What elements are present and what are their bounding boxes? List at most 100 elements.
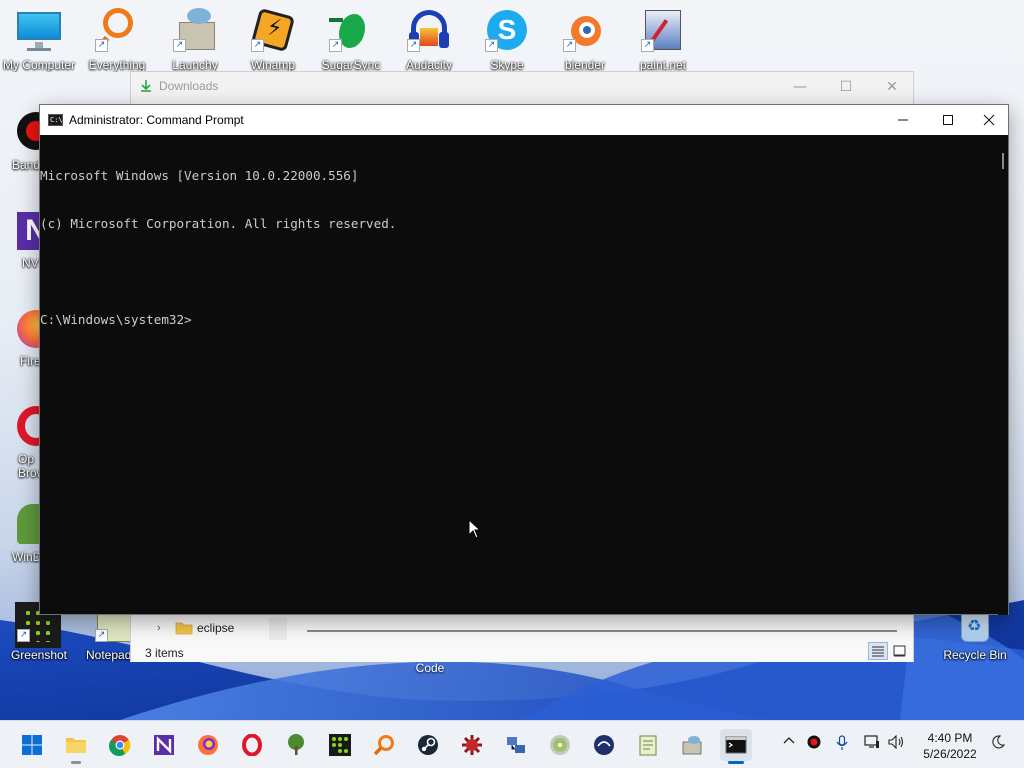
cmd-maximize-button[interactable]	[925, 105, 971, 135]
cmd-close-button[interactable]	[970, 105, 1008, 135]
tiles-view-icon	[893, 645, 906, 657]
cmd-title: Administrator: Command Prompt	[69, 113, 244, 127]
shortcut-arrow-icon: ↗	[95, 39, 108, 52]
windows-logo-icon	[22, 735, 42, 755]
desktop-icon-code-label[interactable]: Code	[400, 661, 460, 675]
gear-red-icon	[462, 735, 482, 755]
taskbar-notepad-plus[interactable]	[632, 729, 664, 761]
steam-icon	[418, 735, 438, 755]
shortcut-arrow-icon: ↗	[563, 39, 576, 52]
status-item-count: 3 items	[145, 646, 184, 660]
list-view-icon	[872, 646, 884, 657]
download-arrow-icon	[141, 80, 151, 92]
notepad-icon	[639, 735, 657, 756]
taskbar-firefox[interactable]	[192, 729, 224, 761]
greenshot-icon	[329, 734, 351, 756]
running-indicator	[71, 761, 81, 764]
record-icon	[807, 735, 821, 749]
taskbar-launchy[interactable]	[676, 729, 708, 761]
shortcut-arrow-icon: ↗	[407, 39, 420, 52]
tree-icon	[288, 734, 304, 755]
taskbar-app-blue[interactable]	[588, 729, 620, 761]
taskbar-command-prompt[interactable]	[720, 729, 752, 764]
desktop-icon-skype[interactable]: S ↗ Skype	[468, 0, 546, 76]
desktop-icon-audacity[interactable]: ↗ Audacity	[390, 0, 468, 76]
shortcut-arrow-icon: ↗	[251, 39, 264, 52]
large-icons-view-button[interactable]	[890, 642, 910, 660]
magnifier-icon: ↗	[94, 8, 139, 53]
taskbar-network-tool[interactable]	[500, 729, 532, 761]
cmd-minimize-button[interactable]	[880, 105, 926, 135]
minimize-icon	[898, 119, 908, 121]
taskbar-file-explorer[interactable]	[60, 729, 92, 764]
taskbar-windirstat[interactable]	[280, 729, 312, 761]
shortcut-arrow-icon: ↗	[95, 629, 108, 642]
command-prompt-window[interactable]: C:\ Administrator: Command Prompt Micros…	[39, 104, 1009, 615]
downloads-close-button[interactable]: ✕	[869, 72, 915, 102]
clock-date: 5/26/2022	[923, 747, 977, 761]
taskbar-steam[interactable]	[412, 729, 444, 761]
tray-recording[interactable]	[804, 735, 824, 755]
downloads-minimize-button[interactable]: —	[777, 72, 823, 102]
folder-icon	[66, 738, 86, 753]
horizontal-scrollbar[interactable]	[307, 630, 897, 632]
monitor-icon	[17, 8, 61, 52]
tray-network[interactable]	[862, 735, 882, 755]
opera-icon	[242, 734, 262, 756]
desktop-icon-paintnet[interactable]: ↗ paint.net	[624, 0, 702, 76]
desktop-icon-blender[interactable]: ↗ blender	[546, 0, 624, 76]
tray-volume[interactable]	[886, 734, 908, 755]
console-line: Microsoft Windows [Version 10.0.22000.55…	[40, 168, 359, 183]
taskbar-clock[interactable]: 4:40 PM 5/26/2022	[908, 730, 992, 762]
maximize-icon: ☐	[839, 79, 853, 95]
tray-notifications[interactable]	[988, 735, 1008, 755]
downloads-title: Downloads	[159, 79, 219, 93]
desktop-icon-sugarsync[interactable]: ↗ SugarSync	[312, 0, 390, 76]
network-icon	[864, 735, 879, 748]
downloads-maximize-button[interactable]: ☐	[823, 72, 869, 102]
taskbar-app-red[interactable]	[456, 729, 488, 761]
blender-icon: ↗	[563, 8, 607, 52]
headphones-icon: ↗	[407, 8, 451, 52]
close-icon: ✕	[886, 79, 898, 95]
paintnet-icon: ↗	[641, 8, 685, 52]
firefox-icon	[198, 735, 218, 755]
tray-overflow-button[interactable]	[780, 735, 798, 755]
downloads-titlebar[interactable]: Downloads — ☐ ✕	[131, 72, 913, 102]
shortcut-arrow-icon: ↗	[173, 39, 186, 52]
details-view-button[interactable]	[868, 642, 888, 660]
maximize-icon	[943, 115, 953, 125]
microphone-icon	[836, 735, 848, 750]
console-line: (c) Microsoft Corporation. All rights re…	[40, 216, 397, 231]
taskbar-disk-tool[interactable]	[544, 729, 576, 761]
desktop-icon-winamp[interactable]: ⚡ ↗ Winamp	[234, 0, 312, 76]
skype-icon: S ↗	[485, 8, 529, 52]
clock-time: 4:40 PM	[927, 731, 973, 745]
network-computers-icon	[507, 737, 525, 753]
scrollbar-thumb[interactable]	[1002, 153, 1004, 169]
taskbar-chrome[interactable]	[104, 729, 136, 761]
mouse-cursor-icon	[468, 519, 482, 539]
taskbar-nvda[interactable]	[148, 729, 180, 761]
cmd-vertical-scrollbar[interactable]	[998, 135, 1008, 615]
taskbar-opera[interactable]	[236, 729, 268, 761]
desktop-icon-launchy[interactable]: ↗ Launchy	[156, 0, 234, 76]
shortcut-arrow-icon: ↗	[485, 39, 498, 52]
console-output[interactable]: Microsoft Windows [Version 10.0.22000.55…	[40, 135, 998, 615]
desktop-icon-my-computer[interactable]: My Computer	[0, 0, 78, 76]
pane-splitter[interactable]	[269, 618, 287, 640]
winamp-icon: ⚡ ↗	[250, 7, 296, 53]
tray-microphone[interactable]	[832, 735, 852, 755]
desktop-icon-everything[interactable]: ↗ Everything	[78, 0, 156, 76]
taskbar-start-button[interactable]	[16, 729, 48, 761]
app-badge-icon	[594, 735, 614, 755]
downloads-bottom-area: › eclipse 3 items	[131, 612, 913, 662]
taskbar-everything[interactable]	[368, 729, 400, 761]
cmd-titlebar[interactable]: C:\ Administrator: Command Prompt	[40, 105, 1008, 135]
shortcut-arrow-icon: ↗	[329, 39, 342, 52]
launchy-icon	[682, 736, 702, 755]
disc-icon	[550, 735, 570, 755]
launchy-icon: ↗	[173, 8, 217, 52]
taskbar-greenshot[interactable]	[324, 729, 356, 761]
